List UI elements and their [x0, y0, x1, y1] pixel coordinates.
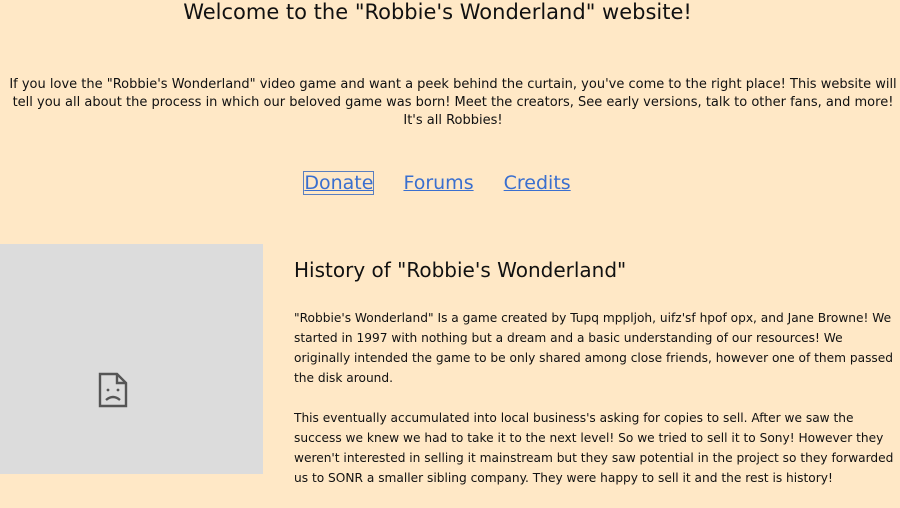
intro-text: If you love the "Robbie's Wonderland" vi…: [9, 77, 897, 128]
broken-image-icon: [98, 372, 128, 408]
credits-link[interactable]: Credits: [504, 172, 571, 194]
nav-links: Donate Forums Credits: [0, 170, 875, 196]
page-title: Welcome to the "Robbie's Wonderland" web…: [183, 0, 692, 24]
forums-link[interactable]: Forums: [403, 172, 473, 194]
donate-link[interactable]: Donate: [303, 171, 375, 195]
history-body: "Robbie's Wonderland" Is a game created …: [294, 308, 900, 508]
history-paragraph: "Robbie's Wonderland" Is a game created …: [294, 311, 894, 385]
history-paragraph: This eventually accumulated into local b…: [294, 411, 894, 485]
history-heading: History of "Robbie's Wonderland": [294, 258, 627, 282]
broken-image: [0, 244, 263, 474]
